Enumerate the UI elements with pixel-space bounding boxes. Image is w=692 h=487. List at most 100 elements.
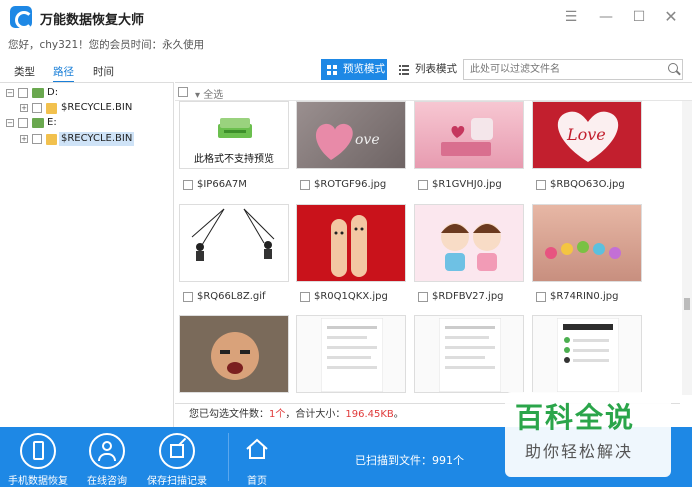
list-mode-button[interactable]: 列表模式 <box>393 59 457 80</box>
file-checkbox[interactable] <box>183 180 193 190</box>
save-scan-record-label: 保存扫描记录 <box>147 476 207 487</box>
watermark-overlay: 百科全说 助你轻松解决 <box>505 392 671 477</box>
cartoon-couple-image <box>441 223 501 271</box>
watermark-title: 百科全说 <box>515 401 636 434</box>
phone-screenshot-image <box>439 318 501 392</box>
file-thumbnail[interactable] <box>414 204 524 282</box>
file-thumbnail[interactable] <box>179 204 289 282</box>
tab-path[interactable]: 路径 <box>53 64 74 83</box>
expand-icon[interactable]: + <box>20 104 28 112</box>
tree-checkbox[interactable] <box>18 118 28 128</box>
filename-filter-input[interactable] <box>463 59 683 80</box>
crying-face-image <box>211 332 259 380</box>
scroll-thumb[interactable] <box>684 298 690 310</box>
file-thumbnail[interactable] <box>296 315 406 393</box>
tree-item-drive-e[interactable]: − E: <box>6 116 166 130</box>
tree-checkbox[interactable] <box>18 88 28 98</box>
drive-icon <box>32 88 44 98</box>
close-icon[interactable]: ✕ <box>662 8 680 26</box>
maximize-icon[interactable]: ☐ <box>630 8 648 26</box>
file-name: $R74RIN0.jpg <box>550 291 619 302</box>
tree-item-recycle-d[interactable]: + $RECYCLE.BIN <box>20 101 170 115</box>
no-preview-text: 此格式不支持预览 <box>194 154 274 165</box>
folder-icon <box>46 134 57 145</box>
phone-screenshot-image <box>557 318 619 392</box>
selected-size: 196.45KB <box>345 409 394 420</box>
list-icon <box>399 65 409 75</box>
minimize-icon[interactable]: — <box>597 8 615 26</box>
file-name: $RBQO63O.jpg <box>550 179 625 190</box>
file-thumbnail[interactable] <box>296 204 406 282</box>
svg-text:ove: ove <box>355 132 380 148</box>
tree-item-recycle-e[interactable]: + $RECYCLE.BIN <box>20 132 170 146</box>
finger-couple-image <box>331 215 367 277</box>
tab-type[interactable]: 类型 <box>14 64 35 79</box>
file-name: $RDFBV27.jpg <box>432 291 504 302</box>
file-thumbnail[interactable]: 此格式不支持预览 <box>179 101 289 169</box>
tree-checkbox[interactable] <box>32 103 42 113</box>
tab-time[interactable]: 时间 <box>93 64 114 79</box>
tree-checkbox[interactable] <box>32 134 42 144</box>
list-mode-label: 列表模式 <box>415 63 457 75</box>
file-thumbnail[interactable] <box>532 204 642 282</box>
file-checkbox[interactable] <box>183 292 193 302</box>
file-checkbox[interactable] <box>300 180 310 190</box>
collapse-icon[interactable]: − <box>6 119 14 127</box>
file-thumbnail[interactable] <box>179 315 289 393</box>
tree-item-label: E: <box>47 117 57 128</box>
tree-item-label: D: <box>47 87 59 98</box>
love-heart-image: Love <box>557 111 619 162</box>
save-scan-record-button[interactable]: 保存扫描记录 <box>141 427 213 487</box>
expand-icon[interactable]: + <box>20 135 28 143</box>
grid-scrollbar[interactable] <box>682 101 692 395</box>
file-checkbox[interactable] <box>418 180 428 190</box>
phone-screenshot-image <box>321 318 383 392</box>
home-button[interactable]: 首页 <box>221 427 293 487</box>
select-all-label[interactable]: ▾ 全选 <box>195 86 223 101</box>
phone-recovery-label: 手机数据恢复 <box>8 476 68 487</box>
file-name: $ROTGF96.jpg <box>314 179 387 190</box>
file-checkbox[interactable] <box>536 180 546 190</box>
phone-icon <box>20 433 56 469</box>
file-checkbox[interactable] <box>418 292 428 302</box>
status-suffix: 。 <box>393 409 404 420</box>
file-thumbnail[interactable] <box>414 101 524 169</box>
file-name: $RQ66L8Z.gif <box>197 291 266 302</box>
file-thumbnail[interactable]: Love <box>532 101 642 169</box>
folder-icon <box>46 103 57 114</box>
app-logo-icon <box>10 6 33 29</box>
online-consult-button[interactable]: 在线咨询 <box>71 427 143 487</box>
heart-yarn-image: ove <box>315 123 380 160</box>
title-bar: 万能数据恢复大师 ☰ — ☐ ✕ <box>0 0 692 34</box>
select-all-checkbox[interactable] <box>178 87 188 97</box>
preview-mode-label: 预览模式 <box>343 63 385 75</box>
status-middle: ，合计大小： <box>285 409 346 420</box>
file-name: $IP66A7M <box>197 179 247 190</box>
online-consult-label: 在线咨询 <box>87 476 127 487</box>
selected-count: 1个 <box>269 409 286 420</box>
file-thumbnail[interactable] <box>414 315 524 393</box>
path-tree: − D: + $RECYCLE.BIN − E: + $RECYCLE.BIN <box>0 82 174 427</box>
file-name: $R1GVHJ0.jpg <box>432 179 502 190</box>
user-icon <box>89 433 125 469</box>
preview-mode-button[interactable]: 预览模式 <box>321 59 387 80</box>
search-icon[interactable] <box>668 63 678 73</box>
collapse-icon[interactable]: − <box>6 89 14 97</box>
category-tabs: 类型 路径 时间 <box>0 60 174 83</box>
phone-recovery-button[interactable]: 手机数据恢复 <box>2 427 74 487</box>
export-icon <box>159 433 195 469</box>
welcome-text: 您好，chy321！您的会员时间：永久使用 <box>8 39 205 51</box>
file-checkbox[interactable] <box>300 292 310 302</box>
no-preview-icon <box>218 118 252 138</box>
file-preview-grid: 此格式不支持预览 ove Love $IP66A7M $ROTGF96.jpg … <box>175 101 680 395</box>
file-thumbnail[interactable] <box>532 315 642 393</box>
file-thumbnail[interactable]: ove <box>296 101 406 169</box>
home-label: 首页 <box>247 476 267 487</box>
select-all-text: 全选 <box>203 90 224 101</box>
candy-hearts-image <box>545 241 621 259</box>
drive-icon <box>32 118 44 128</box>
scanned-count: 已扫描到文件：991个 <box>355 454 464 467</box>
file-checkbox[interactable] <box>536 292 546 302</box>
tree-item-drive-d[interactable]: − D: <box>6 86 166 100</box>
menu-icon[interactable]: ☰ <box>562 8 580 26</box>
